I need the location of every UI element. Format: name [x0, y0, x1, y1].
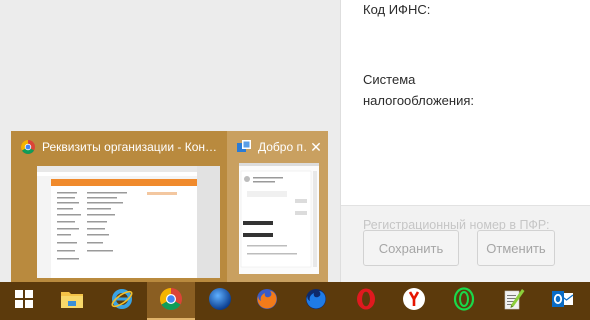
- opera-green-icon: [452, 286, 476, 316]
- taskbar-chrome[interactable]: [147, 282, 195, 320]
- internet-explorer-icon: [110, 287, 134, 316]
- chrome-icon: [21, 140, 35, 154]
- taskbar-firefox-developer[interactable]: [292, 282, 340, 320]
- thumbnail-preview-2: [239, 163, 319, 274]
- chrome-icon: [160, 287, 182, 315]
- thumbnail-preview-1: [37, 166, 220, 278]
- taskbar-app-blue[interactable]: [196, 282, 244, 320]
- taskbar: [0, 282, 590, 320]
- taskbar-outlook[interactable]: [538, 282, 586, 320]
- kod-ifns-label: Код ИФНС:: [363, 2, 431, 17]
- thumbnail-preview-image-2: [239, 163, 319, 274]
- thumbnail-title-text-2: Добро п…: [258, 140, 307, 154]
- thumbnail-window-2[interactable]: Добро п… ✕: [227, 131, 328, 282]
- notepad-plus-icon: [502, 287, 526, 316]
- windows-start-icon: [15, 289, 33, 313]
- blue-globe-icon: [208, 287, 232, 316]
- close-icon[interactable]: ✕: [307, 139, 325, 155]
- form-panel: Код ИФНС: Система налогообложения: Регис…: [340, 0, 590, 282]
- file-explorer-icon: [60, 288, 84, 315]
- thumbnail-preview-image-1: [37, 166, 220, 278]
- tax-system-label-line2: налогообложения:: [363, 93, 474, 108]
- yandex-browser-icon: [402, 287, 426, 316]
- form-footer: Регистрационный номер в ПФР: Код ТФОП Со…: [341, 205, 590, 282]
- thumbnail-title-2: Добро п…: [237, 139, 307, 155]
- taskbar-internet-explorer[interactable]: [98, 282, 146, 320]
- firefox-icon: [255, 287, 279, 316]
- firefox-developer-icon: [304, 287, 328, 316]
- start-button[interactable]: [0, 282, 48, 320]
- opera-icon: [354, 287, 378, 316]
- thumbnail-title-text-1: Реквизиты организации - Кон…: [42, 140, 218, 154]
- taskbar-notepad-plus[interactable]: [490, 282, 538, 320]
- taskbar-thumbnail-flyout: Реквизиты организации - Кон… Добро п ✕: [11, 131, 328, 282]
- outlook-icon: [550, 287, 574, 316]
- taskbar-file-explorer[interactable]: [48, 282, 96, 320]
- thumbnail-title-1: Реквизиты организации - Кон…: [21, 139, 226, 155]
- taskbar-opera-gx[interactable]: [440, 282, 488, 320]
- taskbar-opera[interactable]: [342, 282, 390, 320]
- tax-system-label-line1: Система: [363, 72, 416, 87]
- taskbar-firefox[interactable]: [243, 282, 291, 320]
- save-button[interactable]: Сохранить: [363, 230, 459, 266]
- taskbar-yandex-browser[interactable]: [390, 282, 438, 320]
- app-icon: [237, 140, 251, 154]
- cancel-button[interactable]: Отменить: [477, 230, 555, 266]
- thumbnail-window-1[interactable]: Реквизиты организации - Кон…: [11, 131, 227, 282]
